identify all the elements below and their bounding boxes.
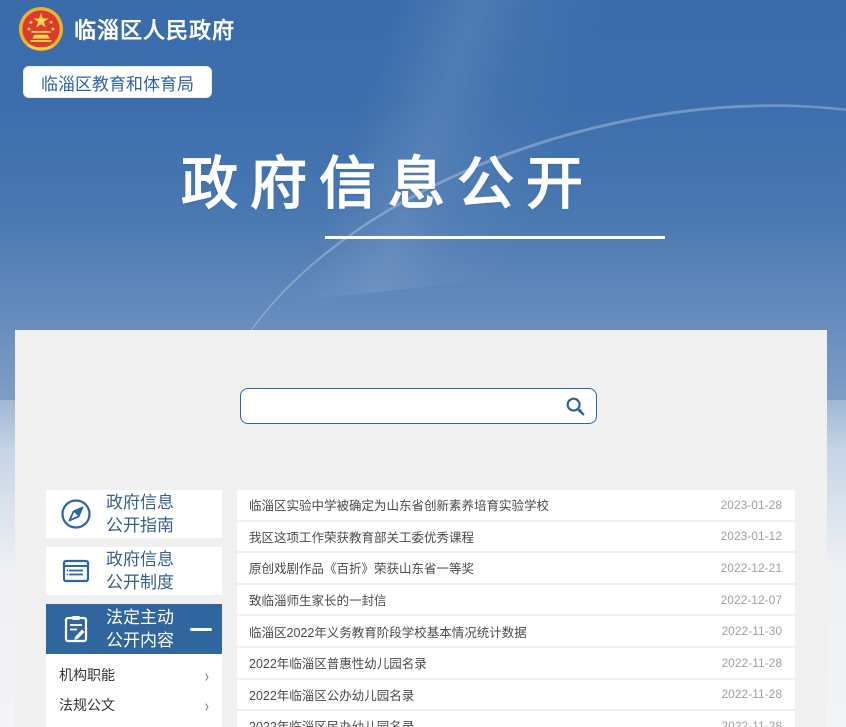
sidebar-item-statutory-disclosure[interactable]: 法定主动 公开内容 — [46, 604, 222, 654]
news-title-link[interactable]: 原创戏剧作品《百折》荣获山东省一等奖 — [249, 558, 707, 577]
news-row[interactable]: 致临淄师生家长的一封信 2022-12-07 — [237, 585, 795, 617]
news-row[interactable]: 2022年临淄区民办幼儿园名录 2022-11-28 — [237, 711, 795, 727]
news-date: 2023-01-28 — [721, 498, 782, 512]
news-date: 2023-01-12 — [721, 529, 782, 543]
clipboard-pen-icon — [58, 611, 94, 647]
title-underline — [325, 236, 665, 239]
submenu-label: 法规公文 — [59, 695, 115, 715]
department-button[interactable]: 临淄区教育和体育局 — [23, 66, 212, 98]
news-date: 2022-11-28 — [722, 687, 783, 701]
document-list-icon — [58, 553, 94, 589]
sidebar-item-label: 法定主动 公开内容 — [106, 606, 174, 652]
news-date: 2022-12-21 — [721, 561, 782, 575]
sidebar-item-gov-info-guide[interactable]: 政府信息 公开指南 — [46, 490, 222, 538]
news-date: 2022-12-07 — [721, 593, 782, 607]
search-button[interactable] — [562, 393, 588, 419]
sidebar-item-label: 政府信息 公开制度 — [106, 548, 174, 594]
submenu-label: 机构职能 — [59, 665, 115, 685]
chevron-right-icon: › — [205, 665, 209, 685]
news-row[interactable]: 我区这项工作荣获教育部关工委优秀课程 2023-01-12 — [237, 522, 795, 554]
sidebar-item-label: 政府信息 公开指南 — [106, 491, 174, 537]
search-icon — [564, 395, 586, 417]
page-title: 政府信息公开 — [181, 138, 595, 220]
news-row[interactable]: 原创戏剧作品《百折》荣获山东省一等奖 2022-12-21 — [237, 553, 795, 585]
news-title-link[interactable]: 致临淄师生家长的一封信 — [249, 590, 707, 609]
news-row[interactable]: 临淄区实验中学被确定为山东省创新素养培育实验学校 2023-01-28 — [237, 490, 795, 522]
search-input[interactable] — [253, 389, 562, 423]
news-date: 2022-11-28 — [722, 719, 783, 727]
news-title-link[interactable]: 临淄区2022年义务教育阶段学校基本情况统计数据 — [249, 622, 708, 641]
china-national-emblem-icon — [18, 6, 64, 52]
sidebar-submenu: 机构职能 › 法规公文 › — [46, 654, 222, 727]
search-bar — [240, 388, 597, 424]
news-date: 2022-11-28 — [722, 656, 783, 670]
sidebar-nav: 政府信息 公开指南 政府信息 公开制度 — [46, 490, 222, 727]
submenu-item-regulations[interactable]: 法规公文 › — [46, 690, 222, 720]
news-title-link[interactable]: 我区这项工作荣获教育部关工委优秀课程 — [249, 527, 707, 546]
news-title-link[interactable]: 2022年临淄区民办幼儿园名录 — [249, 716, 708, 727]
news-date: 2022-11-30 — [722, 624, 783, 638]
submenu-item-organization[interactable]: 机构职能 › — [46, 660, 222, 690]
news-title-link[interactable]: 临淄区实验中学被确定为山东省创新素养培育实验学校 — [249, 495, 707, 514]
gov-site-name: 临淄区人民政府 — [74, 13, 235, 45]
chevron-right-icon: › — [205, 695, 209, 715]
news-title-link[interactable]: 2022年临淄区公办幼儿园名录 — [249, 685, 708, 704]
hero-banner: 临淄区人民政府 临淄区教育和体育局 政府信息公开 — [0, 0, 846, 330]
news-row[interactable]: 2022年临淄区公办幼儿园名录 2022-11-28 — [237, 680, 795, 712]
sidebar-item-gov-info-system[interactable]: 政府信息 公开制度 — [46, 547, 222, 595]
news-list: 临淄区实验中学被确定为山东省创新素养培育实验学校 2023-01-28 我区这项… — [237, 490, 795, 727]
news-row[interactable]: 2022年临淄区普惠性幼儿园名录 2022-11-28 — [237, 648, 795, 680]
collapse-indicator-icon — [190, 628, 212, 631]
site-brand: 临淄区人民政府 — [18, 6, 235, 52]
content-panel: 政府信息 公开指南 政府信息 公开制度 — [15, 330, 827, 727]
news-row[interactable]: 临淄区2022年义务教育阶段学校基本情况统计数据 2022-11-30 — [237, 616, 795, 648]
page: 临淄区人民政府 临淄区教育和体育局 政府信息公开 — [0, 0, 846, 727]
compass-icon — [58, 496, 94, 532]
news-title-link[interactable]: 2022年临淄区普惠性幼儿园名录 — [249, 653, 708, 672]
